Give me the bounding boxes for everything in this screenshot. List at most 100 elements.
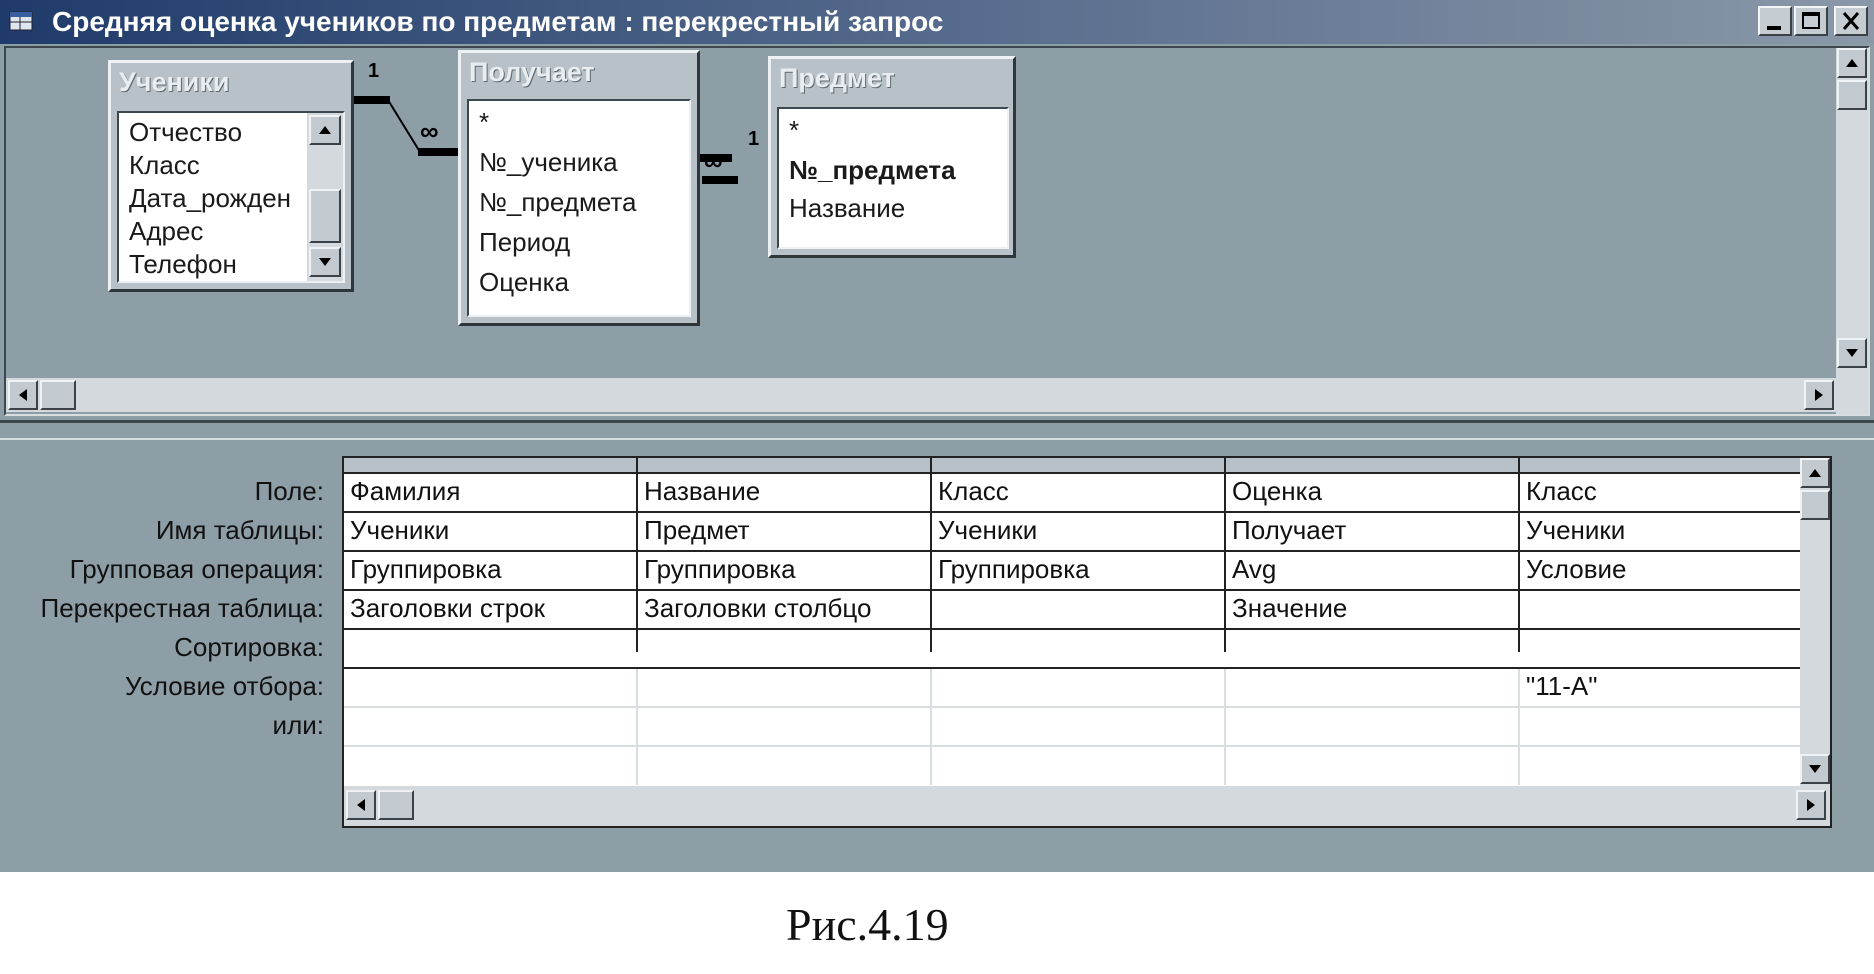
field-list[interactable]: * №_предмета Название <box>777 107 1009 249</box>
grid-cell-group[interactable]: Группировка <box>350 554 502 585</box>
column-selector[interactable] <box>1226 458 1520 472</box>
table-pane-hscrollbar[interactable] <box>6 378 1836 412</box>
grid-cell-field[interactable]: Название <box>644 476 760 507</box>
grid-vscrollbar[interactable] <box>1800 458 1830 786</box>
column-selector[interactable] <box>638 458 932 472</box>
grid-line <box>344 667 1830 669</box>
scroll-thumb[interactable] <box>1800 490 1830 520</box>
scroll-right-button[interactable] <box>1796 790 1826 820</box>
grid-cell-table[interactable]: Ученики <box>350 515 449 546</box>
scroll-thumb[interactable] <box>1837 80 1867 110</box>
field-list[interactable]: Отчество Класс Дата_рожден Адрес Телефон <box>117 111 345 283</box>
scroll-up-button[interactable] <box>1800 458 1830 488</box>
column-selector[interactable] <box>1520 458 1814 472</box>
grid-line <box>636 472 638 652</box>
row-label-table: Имя таблицы: <box>155 515 324 545</box>
grid-cell-table[interactable]: Получает <box>1232 515 1346 546</box>
grid-cell-group[interactable]: Группировка <box>938 554 1090 585</box>
grid-hscrollbar[interactable] <box>344 786 1830 826</box>
grid-line <box>344 628 1800 630</box>
close-button[interactable] <box>1834 6 1868 36</box>
scroll-up-button[interactable] <box>1837 48 1867 78</box>
row-label-or: или: <box>272 710 324 740</box>
field-item[interactable]: Название <box>789 193 905 224</box>
scroll-thumb[interactable] <box>309 189 341 243</box>
scroll-left-button[interactable] <box>8 380 38 410</box>
scroll-left-button[interactable] <box>346 790 376 820</box>
query-window: Средняя оценка учеников по предметам : п… <box>0 0 1874 872</box>
table-pane: 1 ∞ 1 ∞ Ученики Отчество Класс Дата_рожд… <box>4 46 1870 416</box>
field-item[interactable]: Класс <box>129 150 200 181</box>
grid-line <box>930 472 932 652</box>
grid-line <box>344 745 1830 747</box>
grid-cell-field[interactable]: Класс <box>1526 476 1597 507</box>
title-bar[interactable]: Средняя оценка учеников по предметам : п… <box>0 0 1874 44</box>
grid-cell-criteria[interactable]: "11-А" <box>1526 671 1597 702</box>
field-item[interactable]: Отчество <box>129 117 242 148</box>
table-subject[interactable]: Предмет * №_предмета Название <box>768 56 1016 258</box>
table-title: Получает <box>469 57 595 87</box>
grid-cell-field[interactable]: Фамилия <box>350 476 460 507</box>
field-item[interactable]: * <box>479 107 489 138</box>
scroll-down-button[interactable] <box>309 247 341 277</box>
maximize-button[interactable] <box>1794 6 1828 36</box>
grid-cell-group[interactable]: Условие <box>1526 554 1627 585</box>
relation-many-label: ∞ <box>420 116 439 146</box>
relation-one-label: 1 <box>368 60 380 82</box>
window-title: Средняя оценка учеников по предметам : п… <box>52 6 944 37</box>
grid-line <box>344 706 1830 708</box>
grid-line <box>1224 472 1226 652</box>
row-label-field: Поле: <box>254 476 324 506</box>
query-icon <box>8 8 36 34</box>
table-title: Ученики <box>119 67 230 97</box>
pane-splitter[interactable] <box>0 420 1874 440</box>
grid-line <box>930 669 932 785</box>
key-field-item[interactable]: №_предмета <box>789 155 956 186</box>
row-label-sort: Сортировка: <box>174 632 324 662</box>
scroll-right-button[interactable] <box>1804 380 1834 410</box>
relation-one-label: 1 <box>748 128 760 150</box>
table-pane-vscrollbar[interactable] <box>1836 48 1868 414</box>
grid-cell-group[interactable]: Avg <box>1232 554 1276 585</box>
grid-cell-field[interactable]: Класс <box>938 476 1009 507</box>
grid-cell-crosstab[interactable]: Заголовки строк <box>350 593 545 624</box>
scroll-thumb[interactable] <box>40 380 76 410</box>
grid-line <box>344 589 1830 591</box>
column-selector[interactable] <box>344 458 638 472</box>
design-grid: Фамилия Ученики Группировка Заголовки ст… <box>342 456 1832 828</box>
scroll-down-button[interactable] <box>1837 338 1867 368</box>
grid-cell-group[interactable]: Группировка <box>644 554 796 585</box>
grid-line <box>344 511 1830 513</box>
field-item[interactable]: Дата_рожден <box>129 183 291 214</box>
table-receives[interactable]: Получает * №_ученика №_предмета Период О… <box>458 50 700 326</box>
grid-line <box>636 669 638 785</box>
grid-cell-crosstab[interactable]: Значение <box>1232 593 1347 624</box>
table-title: Предмет <box>779 63 895 93</box>
field-item[interactable]: Период <box>479 227 570 258</box>
grid-line <box>344 550 1830 552</box>
field-item[interactable]: * <box>789 115 799 146</box>
field-item[interactable]: №_ученика <box>479 147 618 178</box>
grid-cell-table[interactable]: Предмет <box>644 515 750 546</box>
table-students[interactable]: Ученики Отчество Класс Дата_рожден Адрес… <box>108 60 354 292</box>
grid-cell-table[interactable]: Ученики <box>938 515 1037 546</box>
grid-line <box>1518 472 1520 652</box>
grid-line <box>344 472 1830 474</box>
scroll-thumb[interactable] <box>378 790 414 820</box>
grid-cell-table[interactable]: Ученики <box>1526 515 1625 546</box>
grid-line <box>1224 669 1226 785</box>
field-list[interactable]: * №_ученика №_предмета Период Оценка <box>467 99 691 317</box>
grid-cell-crosstab[interactable]: Заголовки столбцо <box>644 593 871 624</box>
field-item[interactable]: Адрес <box>129 216 203 247</box>
field-item[interactable]: №_предмета <box>479 187 637 218</box>
figure-caption: Рис.4.19 <box>786 899 949 950</box>
scroll-up-button[interactable] <box>309 115 341 145</box>
field-item[interactable]: Телефон <box>129 249 237 280</box>
row-label-group: Групповая операция: <box>69 554 324 584</box>
field-item[interactable]: Оценка <box>479 267 569 298</box>
grid-cell-field[interactable]: Оценка <box>1232 476 1322 507</box>
field-list-scrollbar[interactable] <box>307 113 343 281</box>
scroll-down-button[interactable] <box>1800 754 1830 784</box>
column-selector[interactable] <box>932 458 1226 472</box>
minimize-button[interactable] <box>1758 6 1792 36</box>
